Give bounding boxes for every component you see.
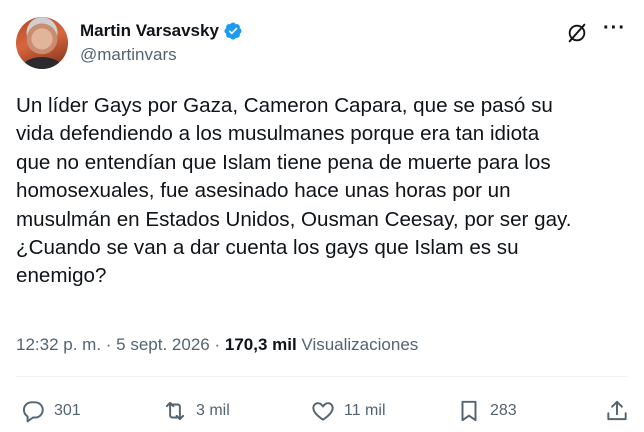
verified-badge-icon[interactable] bbox=[223, 21, 243, 41]
views-count[interactable]: 170,3 mil bbox=[225, 335, 297, 354]
action-bar: 301 3 mil 11 mil 283 bbox=[16, 398, 630, 426]
tweet-meta: 12:32 p. m. · 5 sept. 2026 · 170,3 mil V… bbox=[16, 334, 418, 356]
bookmark-button[interactable]: 283 bbox=[456, 398, 517, 424]
bookmark-count: 283 bbox=[490, 402, 517, 419]
display-name-row[interactable]: Martin Varsavsky bbox=[80, 20, 243, 42]
like-button[interactable]: 11 mil bbox=[310, 398, 386, 424]
more-icon[interactable]: ··· bbox=[603, 18, 626, 38]
avatar[interactable] bbox=[16, 17, 68, 69]
like-count: 11 mil bbox=[344, 402, 386, 419]
bookmark-icon bbox=[461, 400, 477, 422]
meta-separator: · bbox=[101, 335, 117, 354]
reply-icon bbox=[22, 401, 44, 423]
author-names: Martin Varsavsky @martinvars bbox=[80, 20, 243, 66]
divider bbox=[16, 376, 628, 377]
retweet-icon bbox=[165, 401, 185, 421]
meta-separator: · bbox=[209, 335, 225, 354]
share-icon bbox=[607, 400, 627, 421]
avatar-shoulders bbox=[22, 57, 62, 69]
reply-button[interactable]: 301 bbox=[20, 398, 81, 424]
tweet-text: Un líder Gays por Gaza, Cameron Capara, … bbox=[16, 94, 572, 288]
reply-count: 301 bbox=[54, 402, 81, 419]
tweet-date[interactable]: 5 sept. 2026 bbox=[116, 335, 210, 354]
handle[interactable]: @martinvars bbox=[80, 44, 243, 66]
grok-icon[interactable] bbox=[566, 22, 588, 44]
retweet-button[interactable]: 3 mil bbox=[162, 398, 230, 424]
share-button[interactable] bbox=[604, 398, 630, 424]
heart-icon bbox=[312, 402, 334, 421]
display-name[interactable]: Martin Varsavsky bbox=[80, 20, 219, 42]
retweet-count: 3 mil bbox=[196, 402, 230, 419]
views-label[interactable]: Visualizaciones bbox=[297, 335, 418, 354]
tweet-time[interactable]: 12:32 p. m. bbox=[16, 335, 101, 354]
tweet-header: Martin Varsavsky @martinvars ··· bbox=[16, 14, 630, 70]
